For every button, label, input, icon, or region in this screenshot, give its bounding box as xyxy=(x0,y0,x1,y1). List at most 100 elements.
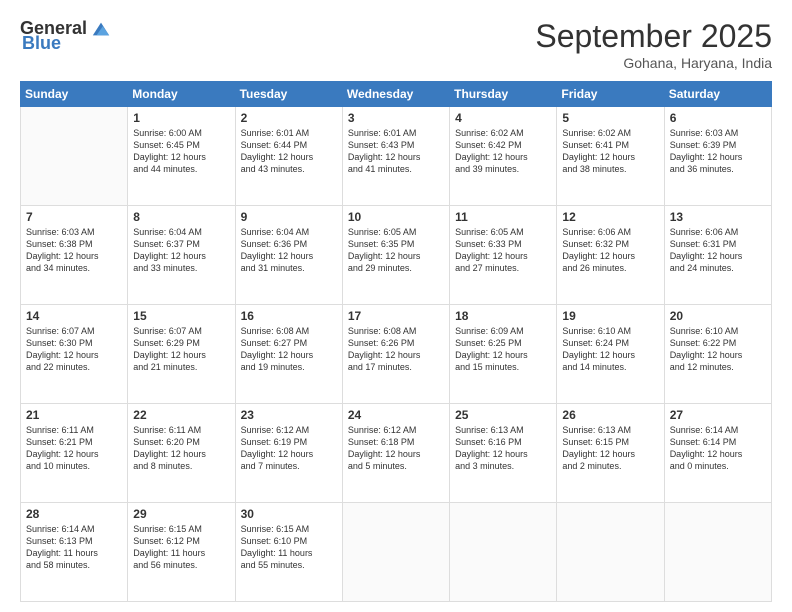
day-number: 29 xyxy=(133,507,229,521)
day-number: 27 xyxy=(670,408,766,422)
calendar-cell: 6Sunrise: 6:03 AMSunset: 6:39 PMDaylight… xyxy=(664,107,771,206)
calendar-cell: 7 Sunrise: 6:03 AMSunset: 6:38 PMDaylight… xyxy=(21,206,128,305)
logo-blue: Blue xyxy=(22,33,61,54)
day-number: 13 xyxy=(670,210,766,224)
day-header-tuesday: Tuesday xyxy=(235,82,342,107)
calendar-cell: 14 Sunrise: 6:07 AMSunset: 6:30 PMDayligh… xyxy=(21,305,128,404)
calendar-cell: 10 Sunrise: 6:05 AMSunset: 6:35 PMDayligh… xyxy=(342,206,449,305)
day-number: 1 xyxy=(133,111,229,125)
calendar-cell: 13 Sunrise: 6:06 AMSunset: 6:31 PMDayligh… xyxy=(664,206,771,305)
day-number: 3 xyxy=(348,111,444,125)
day-header-wednesday: Wednesday xyxy=(342,82,449,107)
day-number: 22 xyxy=(133,408,229,422)
month-title: September 2025 xyxy=(535,18,772,55)
day-number: 4 xyxy=(455,111,551,125)
day-number: 26 xyxy=(562,408,658,422)
calendar-cell: 8 Sunrise: 6:04 AMSunset: 6:37 PMDaylight… xyxy=(128,206,235,305)
calendar-cell: 24 Sunrise: 6:12 AMSunset: 6:18 PMDayligh… xyxy=(342,404,449,503)
week-row-4: 21 Sunrise: 6:11 AMSunset: 6:21 PMDayligh… xyxy=(21,404,772,503)
day-header-friday: Friday xyxy=(557,82,664,107)
day-number: 21 xyxy=(26,408,122,422)
cell-info: Sunrise: 6:08 AMSunset: 6:26 PMDaylight:… xyxy=(348,325,444,374)
calendar-page: General Blue September 2025 Gohana, Hary… xyxy=(0,0,792,612)
cell-info: Sunrise: 6:15 AMSunset: 6:10 PMDaylight:… xyxy=(241,523,337,572)
calendar-cell: 26Sunrise: 6:13 AMSunset: 6:15 PMDayligh… xyxy=(557,404,664,503)
cell-info: Sunrise: 6:01 AMSunset: 6:44 PMDaylight:… xyxy=(241,127,337,176)
logo: General Blue xyxy=(20,18,111,54)
calendar-cell: 23 Sunrise: 6:12 AMSunset: 6:19 PMDayligh… xyxy=(235,404,342,503)
calendar-cell: 9Sunrise: 6:04 AMSunset: 6:36 PMDaylight… xyxy=(235,206,342,305)
cell-info: Sunrise: 6:04 AMSunset: 6:37 PMDaylight:… xyxy=(133,226,229,275)
cell-info: Sunrise: 6:12 AMSunset: 6:18 PMDaylight:… xyxy=(348,424,444,473)
calendar-cell: 27 Sunrise: 6:14 AMSunset: 6:14 PMDayligh… xyxy=(664,404,771,503)
header-row: SundayMondayTuesdayWednesdayThursdayFrid… xyxy=(21,82,772,107)
calendar-cell xyxy=(664,503,771,602)
day-number: 8 xyxy=(133,210,229,224)
cell-info: Sunrise: 6:03 AMSunset: 6:38 PMDaylight:… xyxy=(26,226,122,275)
day-number: 2 xyxy=(241,111,337,125)
week-row-1: 1 Sunrise: 6:00 AMSunset: 6:45 PMDaylight… xyxy=(21,107,772,206)
cell-info: Sunrise: 6:04 AMSunset: 6:36 PMDaylight:… xyxy=(241,226,337,275)
calendar-cell: 3Sunrise: 6:01 AMSunset: 6:43 PMDaylight… xyxy=(342,107,449,206)
cell-info: Sunrise: 6:09 AMSunset: 6:25 PMDaylight:… xyxy=(455,325,551,374)
day-number: 10 xyxy=(348,210,444,224)
cell-info: Sunrise: 6:06 AMSunset: 6:32 PMDaylight:… xyxy=(562,226,658,275)
day-number: 14 xyxy=(26,309,122,323)
calendar-cell: 1 Sunrise: 6:00 AMSunset: 6:45 PMDaylight… xyxy=(128,107,235,206)
cell-info: Sunrise: 6:10 AMSunset: 6:24 PMDaylight:… xyxy=(562,325,658,374)
cell-info: Sunrise: 6:08 AMSunset: 6:27 PMDaylight:… xyxy=(241,325,337,374)
calendar-cell: 29 Sunrise: 6:15 AMSunset: 6:12 PMDayligh… xyxy=(128,503,235,602)
calendar-cell xyxy=(21,107,128,206)
cell-info: Sunrise: 6:07 AMSunset: 6:29 PMDaylight:… xyxy=(133,325,229,374)
calendar-cell: 25 Sunrise: 6:13 AMSunset: 6:16 PMDayligh… xyxy=(450,404,557,503)
day-number: 16 xyxy=(241,309,337,323)
week-row-5: 28Sunrise: 6:14 AMSunset: 6:13 PMDayligh… xyxy=(21,503,772,602)
day-number: 7 xyxy=(26,210,122,224)
cell-info: Sunrise: 6:10 AMSunset: 6:22 PMDaylight:… xyxy=(670,325,766,374)
calendar-cell xyxy=(450,503,557,602)
day-number: 20 xyxy=(670,309,766,323)
cell-info: Sunrise: 6:13 AMSunset: 6:16 PMDaylight:… xyxy=(455,424,551,473)
title-block: September 2025 Gohana, Haryana, India xyxy=(535,18,772,71)
week-row-2: 7 Sunrise: 6:03 AMSunset: 6:38 PMDaylight… xyxy=(21,206,772,305)
cell-info: Sunrise: 6:11 AMSunset: 6:21 PMDaylight:… xyxy=(26,424,122,473)
cell-info: Sunrise: 6:02 AMSunset: 6:42 PMDaylight:… xyxy=(455,127,551,176)
cell-info: Sunrise: 6:02 AMSunset: 6:41 PMDaylight:… xyxy=(562,127,658,176)
calendar-table: SundayMondayTuesdayWednesdayThursdayFrid… xyxy=(20,81,772,602)
day-number: 28 xyxy=(26,507,122,521)
cell-info: Sunrise: 6:00 AMSunset: 6:45 PMDaylight:… xyxy=(133,127,229,176)
day-header-monday: Monday xyxy=(128,82,235,107)
calendar-body: 1 Sunrise: 6:00 AMSunset: 6:45 PMDaylight… xyxy=(21,107,772,602)
calendar-cell: 16 Sunrise: 6:08 AMSunset: 6:27 PMDayligh… xyxy=(235,305,342,404)
day-number: 24 xyxy=(348,408,444,422)
day-header-sunday: Sunday xyxy=(21,82,128,107)
calendar-cell: 4 Sunrise: 6:02 AMSunset: 6:42 PMDaylight… xyxy=(450,107,557,206)
cell-info: Sunrise: 6:11 AMSunset: 6:20 PMDaylight:… xyxy=(133,424,229,473)
calendar-cell: 2 Sunrise: 6:01 AMSunset: 6:44 PMDaylight… xyxy=(235,107,342,206)
calendar-cell: 17 Sunrise: 6:08 AMSunset: 6:26 PMDayligh… xyxy=(342,305,449,404)
day-number: 15 xyxy=(133,309,229,323)
day-number: 17 xyxy=(348,309,444,323)
calendar-cell: 15 Sunrise: 6:07 AMSunset: 6:29 PMDayligh… xyxy=(128,305,235,404)
day-number: 18 xyxy=(455,309,551,323)
cell-info: Sunrise: 6:12 AMSunset: 6:19 PMDaylight:… xyxy=(241,424,337,473)
logo-icon xyxy=(91,19,111,39)
cell-info: Sunrise: 6:05 AMSunset: 6:35 PMDaylight:… xyxy=(348,226,444,275)
day-number: 12 xyxy=(562,210,658,224)
day-number: 23 xyxy=(241,408,337,422)
calendar-cell: 30 Sunrise: 6:15 AMSunset: 6:10 PMDayligh… xyxy=(235,503,342,602)
calendar-cell: 5 Sunrise: 6:02 AMSunset: 6:41 PMDaylight… xyxy=(557,107,664,206)
cell-info: Sunrise: 6:03 AMSunset: 6:39 PMDaylight:… xyxy=(670,127,766,176)
location-subtitle: Gohana, Haryana, India xyxy=(535,55,772,71)
calendar-cell: 12 Sunrise: 6:06 AMSunset: 6:32 PMDayligh… xyxy=(557,206,664,305)
week-row-3: 14 Sunrise: 6:07 AMSunset: 6:30 PMDayligh… xyxy=(21,305,772,404)
cell-info: Sunrise: 6:06 AMSunset: 6:31 PMDaylight:… xyxy=(670,226,766,275)
day-number: 30 xyxy=(241,507,337,521)
day-number: 25 xyxy=(455,408,551,422)
cell-info: Sunrise: 6:15 AMSunset: 6:12 PMDaylight:… xyxy=(133,523,229,572)
cell-info: Sunrise: 6:05 AMSunset: 6:33 PMDaylight:… xyxy=(455,226,551,275)
cell-info: Sunrise: 6:07 AMSunset: 6:30 PMDaylight:… xyxy=(26,325,122,374)
day-number: 11 xyxy=(455,210,551,224)
cell-info: Sunrise: 6:14 AMSunset: 6:14 PMDaylight:… xyxy=(670,424,766,473)
day-number: 5 xyxy=(562,111,658,125)
